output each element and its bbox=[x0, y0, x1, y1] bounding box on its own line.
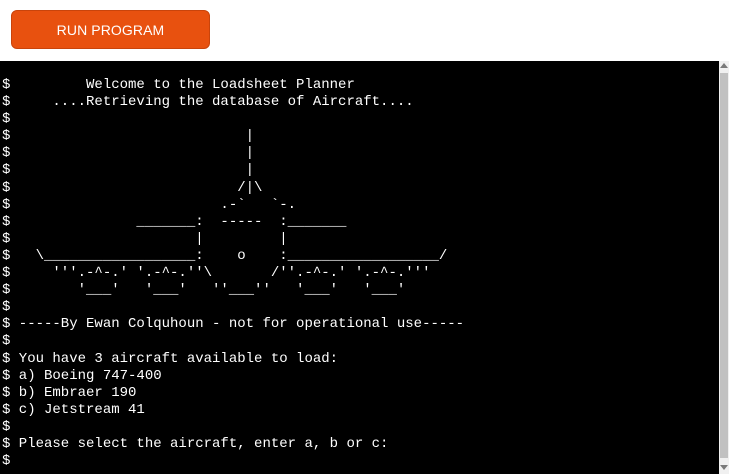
terminal-line: $ | | bbox=[2, 230, 288, 247]
terminal-line: $ Welcome to the Loadsheet Planner bbox=[2, 77, 355, 93]
terminal-line: $ b) Embraer 190 bbox=[2, 384, 137, 401]
terminal-line: $ '''.-^-.' '.-^-.''\ /''.-^-.' '.-^-.''… bbox=[2, 265, 431, 282]
terminal-line: $ Please select the aircraft, enter a, b… bbox=[2, 435, 389, 452]
terminal-line: $ | bbox=[2, 128, 255, 145]
scroll-up-arrow-icon[interactable] bbox=[720, 63, 728, 68]
terminal-line: $ | bbox=[2, 145, 255, 162]
terminal-line: $ _______: ----- :_______ bbox=[2, 213, 347, 230]
terminal-line: $ c) Jetstream 41 bbox=[2, 401, 145, 418]
terminal-output: $ Welcome to the Loadsheet Planner $ ....… bbox=[2, 77, 464, 470]
terminal-line: $ | bbox=[2, 162, 255, 179]
terminal-line: $ bbox=[2, 418, 11, 435]
terminal-line: $ .-` `-. bbox=[2, 196, 297, 213]
terminal-line: $ a) Boeing 747-400 bbox=[2, 367, 162, 384]
scroll-down-arrow-icon[interactable] bbox=[720, 465, 728, 470]
terminal-line: $ \__________________: o :______________… bbox=[2, 247, 448, 264]
terminal-line: $ '___' '___' ''___'' '___' '___' bbox=[2, 282, 406, 299]
terminal-line: $ -----By Ewan Colquhoun - not for opera… bbox=[2, 316, 465, 333]
terminal-line: $ ....Retrieving the database of Aircraf… bbox=[2, 94, 414, 111]
run-program-button[interactable]: RUN PROGRAM bbox=[11, 10, 210, 49]
terminal-line: $ You have 3 aircraft available to load: bbox=[2, 350, 339, 367]
terminal[interactable]: $ Welcome to the Loadsheet Planner $ ....… bbox=[0, 61, 719, 474]
terminal-line: $ /|\ bbox=[2, 179, 263, 196]
terminal-line: $ bbox=[2, 111, 11, 128]
terminal-line: $ bbox=[2, 299, 11, 316]
terminal-scrollbar[interactable] bbox=[719, 61, 729, 474]
terminal-line: $ bbox=[2, 453, 11, 470]
scroll-thumb[interactable] bbox=[720, 73, 728, 458]
terminal-line: $ bbox=[2, 333, 11, 350]
